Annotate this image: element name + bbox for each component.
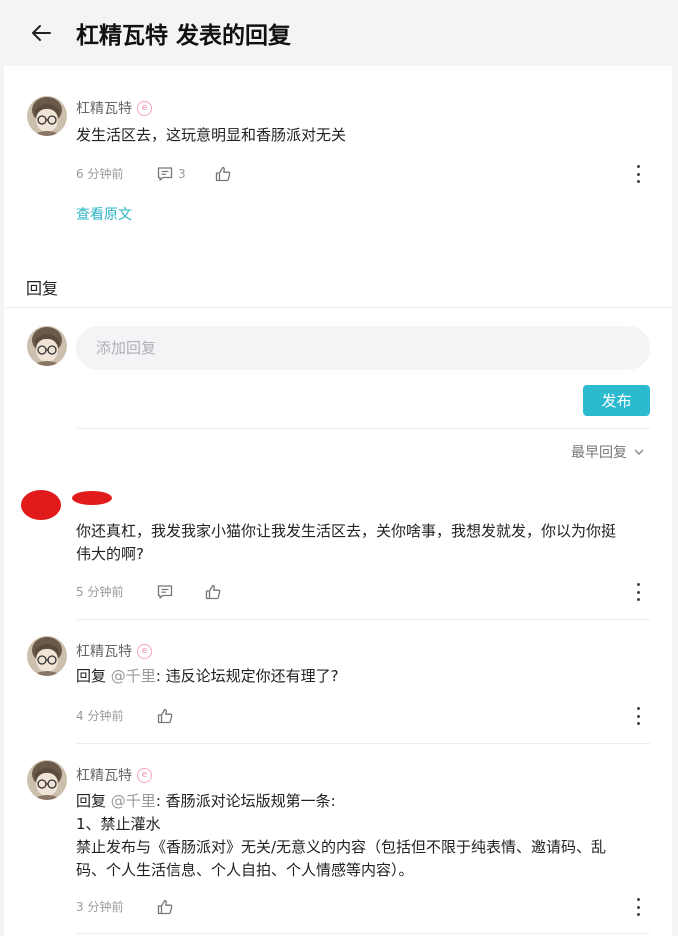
reply-text: 回复 @千里: 香肠派对论坛版规第一条: 1、禁止灌水 禁止发布与《香肠派对》无… — [76, 792, 607, 879]
user-badge-icon: e — [137, 767, 152, 783]
like-button[interactable] — [204, 583, 222, 601]
thumbs-up-icon — [204, 583, 222, 601]
content-panel: 杠精瓦特 e 发生活区去，这玩意明显和香肠派对无关 6 分钟前 3 查看原文 回复… — [4, 66, 672, 936]
page-title: 杠精瓦特 发表的回复 — [76, 23, 292, 49]
original-timestamp: 6 分钟前 — [76, 167, 124, 181]
thumbs-up-icon — [156, 707, 174, 725]
more-icon[interactable] — [631, 898, 645, 916]
like-button[interactable] — [214, 165, 232, 183]
reply-input[interactable] — [76, 326, 650, 370]
comment-icon — [156, 583, 174, 601]
avatar[interactable] — [27, 326, 67, 366]
reply-timestamp: 3 分钟前 — [76, 900, 124, 914]
divider — [76, 743, 650, 744]
comment-icon — [156, 165, 174, 183]
avatar[interactable] — [27, 760, 67, 800]
divider — [76, 619, 650, 620]
sort-dropdown[interactable]: 最早回复 — [571, 442, 646, 462]
reply-username[interactable]: 杠精瓦特 e — [76, 641, 152, 661]
avatar[interactable] — [27, 636, 67, 676]
redacted-username[interactable] — [72, 491, 112, 505]
comment-button[interactable] — [156, 583, 174, 601]
publish-button[interactable]: 发布 — [583, 385, 650, 416]
reply-text: 你还真杠，我发我家小猫你让我发生活区去，关你啥事，我想发就发，你以为你挺 伟大的… — [76, 522, 617, 563]
divider — [4, 307, 672, 308]
back-arrow-icon[interactable] — [28, 20, 54, 46]
divider — [76, 428, 650, 429]
thumbs-up-icon — [214, 165, 232, 183]
user-badge-icon: e — [137, 100, 152, 116]
mention-link[interactable]: @千里 — [111, 792, 156, 810]
replies-section-title: 回复 — [26, 279, 59, 298]
comment-button[interactable]: 3 — [156, 165, 186, 183]
like-button[interactable] — [156, 898, 174, 916]
reply-timestamp: 5 分钟前 — [76, 585, 124, 599]
user-badge-icon: e — [137, 643, 152, 659]
reply-username[interactable]: 杠精瓦特 e — [76, 765, 152, 785]
like-button[interactable] — [156, 707, 174, 725]
mention-link[interactable]: @千里 — [111, 667, 156, 685]
reply-text: 回复 @千里: 违反论坛规定你还有理了? — [76, 667, 339, 685]
more-icon[interactable] — [631, 583, 645, 601]
comment-count: 3 — [178, 167, 186, 181]
redacted-avatar[interactable] — [21, 490, 61, 520]
chevron-down-icon — [634, 449, 644, 455]
thumbs-up-icon — [156, 898, 174, 916]
reply-timestamp: 4 分钟前 — [76, 709, 124, 723]
divider — [76, 933, 650, 934]
original-username[interactable]: 杠精瓦特 e — [76, 98, 152, 118]
more-icon[interactable] — [631, 707, 645, 725]
original-comment-text: 发生活区去，这玩意明显和香肠派对无关 — [76, 126, 347, 144]
avatar[interactable] — [27, 96, 67, 136]
more-icon[interactable] — [631, 165, 645, 183]
top-bar: 杠精瓦特 发表的回复 — [0, 0, 678, 66]
view-original-link[interactable]: 查看原文 — [76, 204, 132, 224]
